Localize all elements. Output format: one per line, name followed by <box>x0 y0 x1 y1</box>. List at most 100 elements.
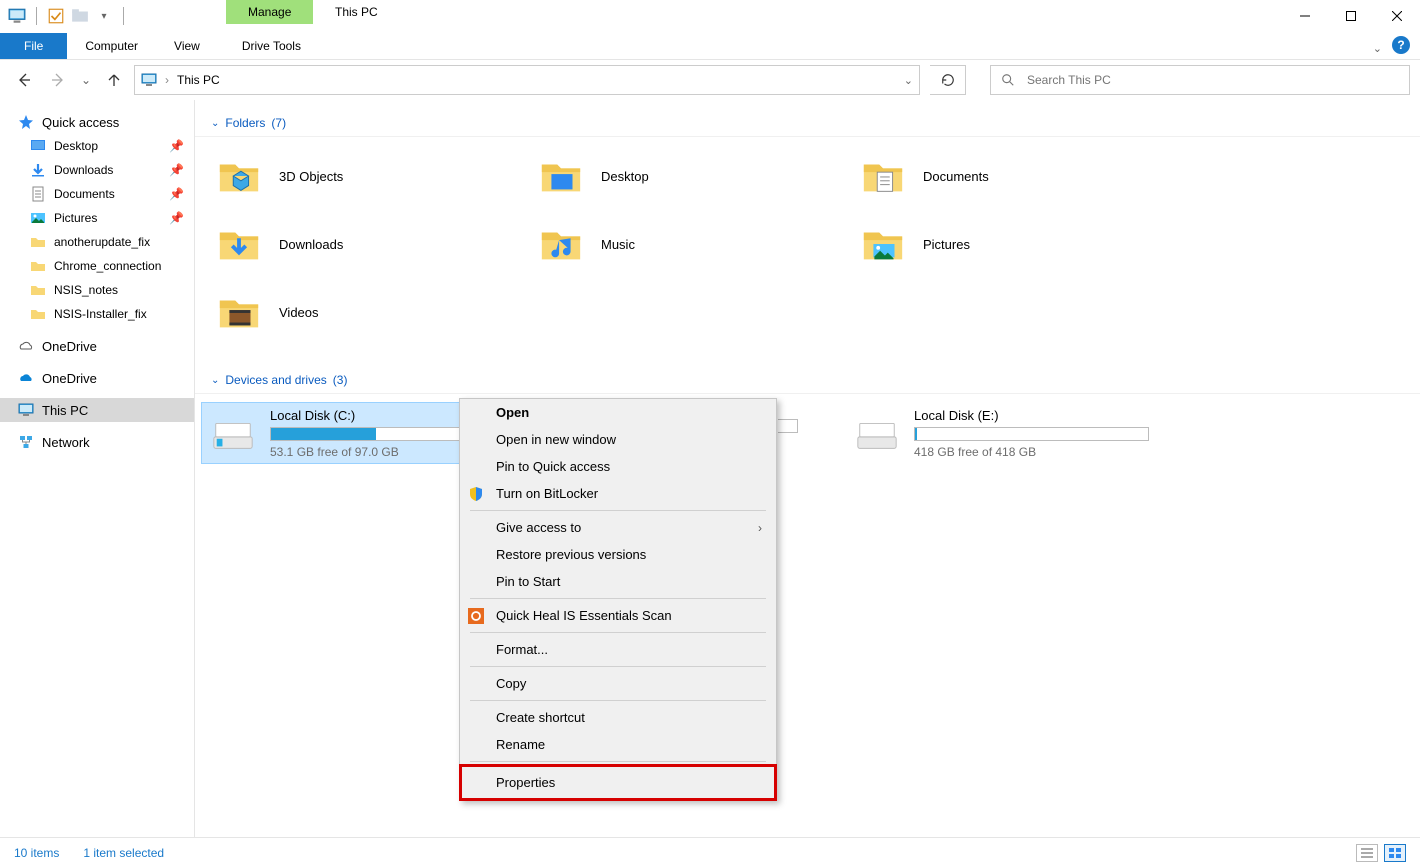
ctx-label: Open <box>496 405 529 420</box>
address-dropdown-icon[interactable]: ⌄ <box>904 74 913 87</box>
folder-label: Videos <box>279 305 319 320</box>
sidebar-quick-access[interactable]: Quick access <box>0 110 194 134</box>
sidebar-item-documents[interactable]: Documents 📌 <box>0 182 194 206</box>
sidebar-network[interactable]: Network <box>0 430 194 454</box>
folder-downloads[interactable]: Downloads <box>215 213 525 275</box>
chevron-right-icon: › <box>758 521 762 535</box>
ribbon-tab-drive-tools[interactable]: Drive Tools <box>224 33 319 59</box>
sidebar-item-label: Downloads <box>54 163 113 177</box>
ctx-pin-start[interactable]: Pin to Start <box>460 568 776 595</box>
folder-icon <box>537 220 585 268</box>
separator <box>470 510 766 511</box>
section-count: (7) <box>271 116 286 130</box>
ctx-format[interactable]: Format... <box>460 636 776 663</box>
folder-label: 3D Objects <box>279 169 343 184</box>
new-folder-icon[interactable] <box>71 7 89 25</box>
ctx-bitlocker[interactable]: Turn on BitLocker <box>460 480 776 507</box>
drive-free-text: 418 GB free of 418 GB <box>914 445 1149 459</box>
sidebar-item-label: Network <box>42 435 90 450</box>
pin-icon: 📌 <box>169 139 184 153</box>
ctx-label: Quick Heal IS Essentials Scan <box>496 608 672 623</box>
ctx-properties[interactable]: Properties <box>460 765 776 800</box>
minimize-button[interactable] <box>1282 0 1328 32</box>
help-icon[interactable]: ? <box>1392 36 1410 54</box>
ribbon-tab-computer[interactable]: Computer <box>67 33 156 59</box>
titlebar: ▾ Manage This PC <box>0 0 1420 32</box>
folder-pictures[interactable]: Pictures <box>859 213 1169 275</box>
ctx-label: Restore previous versions <box>496 547 646 562</box>
this-pc-icon <box>8 7 26 25</box>
sidebar-onedrive[interactable]: OneDrive <box>0 366 194 390</box>
separator <box>470 761 766 762</box>
ctx-open[interactable]: Open <box>460 399 776 426</box>
folder-videos[interactable]: Videos <box>215 281 525 343</box>
context-tab-label: Manage <box>248 5 291 19</box>
ribbon-tab-view[interactable]: View <box>156 33 218 59</box>
status-selected-count: 1 item selected <box>83 846 164 860</box>
chevron-right-icon[interactable]: › <box>165 73 169 87</box>
ctx-restore-previous[interactable]: Restore previous versions <box>460 541 776 568</box>
status-items-count: 10 items <box>14 846 59 860</box>
folder-desktop[interactable]: Desktop <box>537 145 847 207</box>
view-details-button[interactable] <box>1356 844 1378 862</box>
sidebar-item-folder[interactable]: anotherupdate_fix <box>0 230 194 254</box>
context-menu: Open Open in new window Pin to Quick acc… <box>459 398 777 801</box>
sidebar-item-folder[interactable]: NSIS_notes <box>0 278 194 302</box>
section-count: (3) <box>333 373 348 387</box>
refresh-button[interactable] <box>930 65 966 95</box>
sidebar-this-pc[interactable]: This PC <box>0 398 194 422</box>
folder-music[interactable]: Music <box>537 213 847 275</box>
sidebar-item-desktop[interactable]: Desktop 📌 <box>0 134 194 158</box>
ctx-quickheal[interactable]: Quick Heal IS Essentials Scan <box>460 602 776 629</box>
ribbon: File Computer View Drive Tools ⌄ ? <box>0 32 1420 60</box>
properties-icon[interactable] <box>47 7 65 25</box>
address-bar-location[interactable]: This PC <box>177 73 220 87</box>
drive-local-e[interactable]: Local Disk (E:) 418 GB free of 418 GB <box>845 402 1155 464</box>
folder-label: Downloads <box>279 237 343 252</box>
ctx-give-access[interactable]: Give access to› <box>460 514 776 541</box>
folder-icon <box>30 306 46 322</box>
maximize-button[interactable] <box>1328 0 1374 32</box>
folder-3d-objects[interactable]: 3D Objects <box>215 145 525 207</box>
sidebar-item-label: Chrome_connection <box>54 259 161 273</box>
sidebar-item-folder[interactable]: NSIS-Installer_fix <box>0 302 194 326</box>
dropdown-icon[interactable]: ▾ <box>95 7 113 25</box>
ribbon-tab-file[interactable]: File <box>0 33 67 59</box>
ctx-pin-quick-access[interactable]: Pin to Quick access <box>460 453 776 480</box>
network-icon <box>18 434 34 450</box>
back-button[interactable] <box>10 66 38 94</box>
folder-icon <box>30 234 46 250</box>
ctx-open-new-window[interactable]: Open in new window <box>460 426 776 453</box>
ribbon-collapse-icon[interactable]: ⌄ <box>1373 42 1382 55</box>
up-button[interactable] <box>100 66 128 94</box>
ctx-create-shortcut[interactable]: Create shortcut <box>460 704 776 731</box>
folder-icon <box>859 152 907 200</box>
quickheal-icon <box>468 608 484 624</box>
sidebar-item-pictures[interactable]: Pictures 📌 <box>0 206 194 230</box>
history-dropdown[interactable]: ⌄ <box>78 66 94 94</box>
sidebar-item-label: Desktop <box>54 139 98 153</box>
ctx-copy[interactable]: Copy <box>460 670 776 697</box>
sidebar-onedrive[interactable]: OneDrive <box>0 334 194 358</box>
onedrive-icon <box>18 370 34 386</box>
search-input[interactable] <box>1027 73 1399 87</box>
ctx-label: Properties <box>496 775 555 790</box>
section-header-folders[interactable]: ⌄ Folders (7) <box>195 110 1420 137</box>
section-header-devices[interactable]: ⌄ Devices and drives (3) <box>195 367 1420 394</box>
ribbon-context-tab[interactable]: Manage <box>226 0 313 24</box>
ctx-rename[interactable]: Rename <box>460 731 776 758</box>
search-box[interactable] <box>990 65 1410 95</box>
forward-button[interactable] <box>44 66 72 94</box>
drive-usage-bar <box>914 427 1149 441</box>
address-bar[interactable]: › This PC ⌄ <box>134 65 920 95</box>
close-button[interactable] <box>1374 0 1420 32</box>
folder-label: Music <box>601 237 635 252</box>
folder-documents[interactable]: Documents <box>859 145 1169 207</box>
sidebar-item-label: anotherupdate_fix <box>54 235 150 249</box>
pin-icon: 📌 <box>169 163 184 177</box>
view-large-icons-button[interactable] <box>1384 844 1406 862</box>
chevron-down-icon: ⌄ <box>211 375 219 386</box>
sidebar-item-label: NSIS_notes <box>54 283 118 297</box>
sidebar-item-folder[interactable]: Chrome_connection <box>0 254 194 278</box>
sidebar-item-downloads[interactable]: Downloads 📌 <box>0 158 194 182</box>
